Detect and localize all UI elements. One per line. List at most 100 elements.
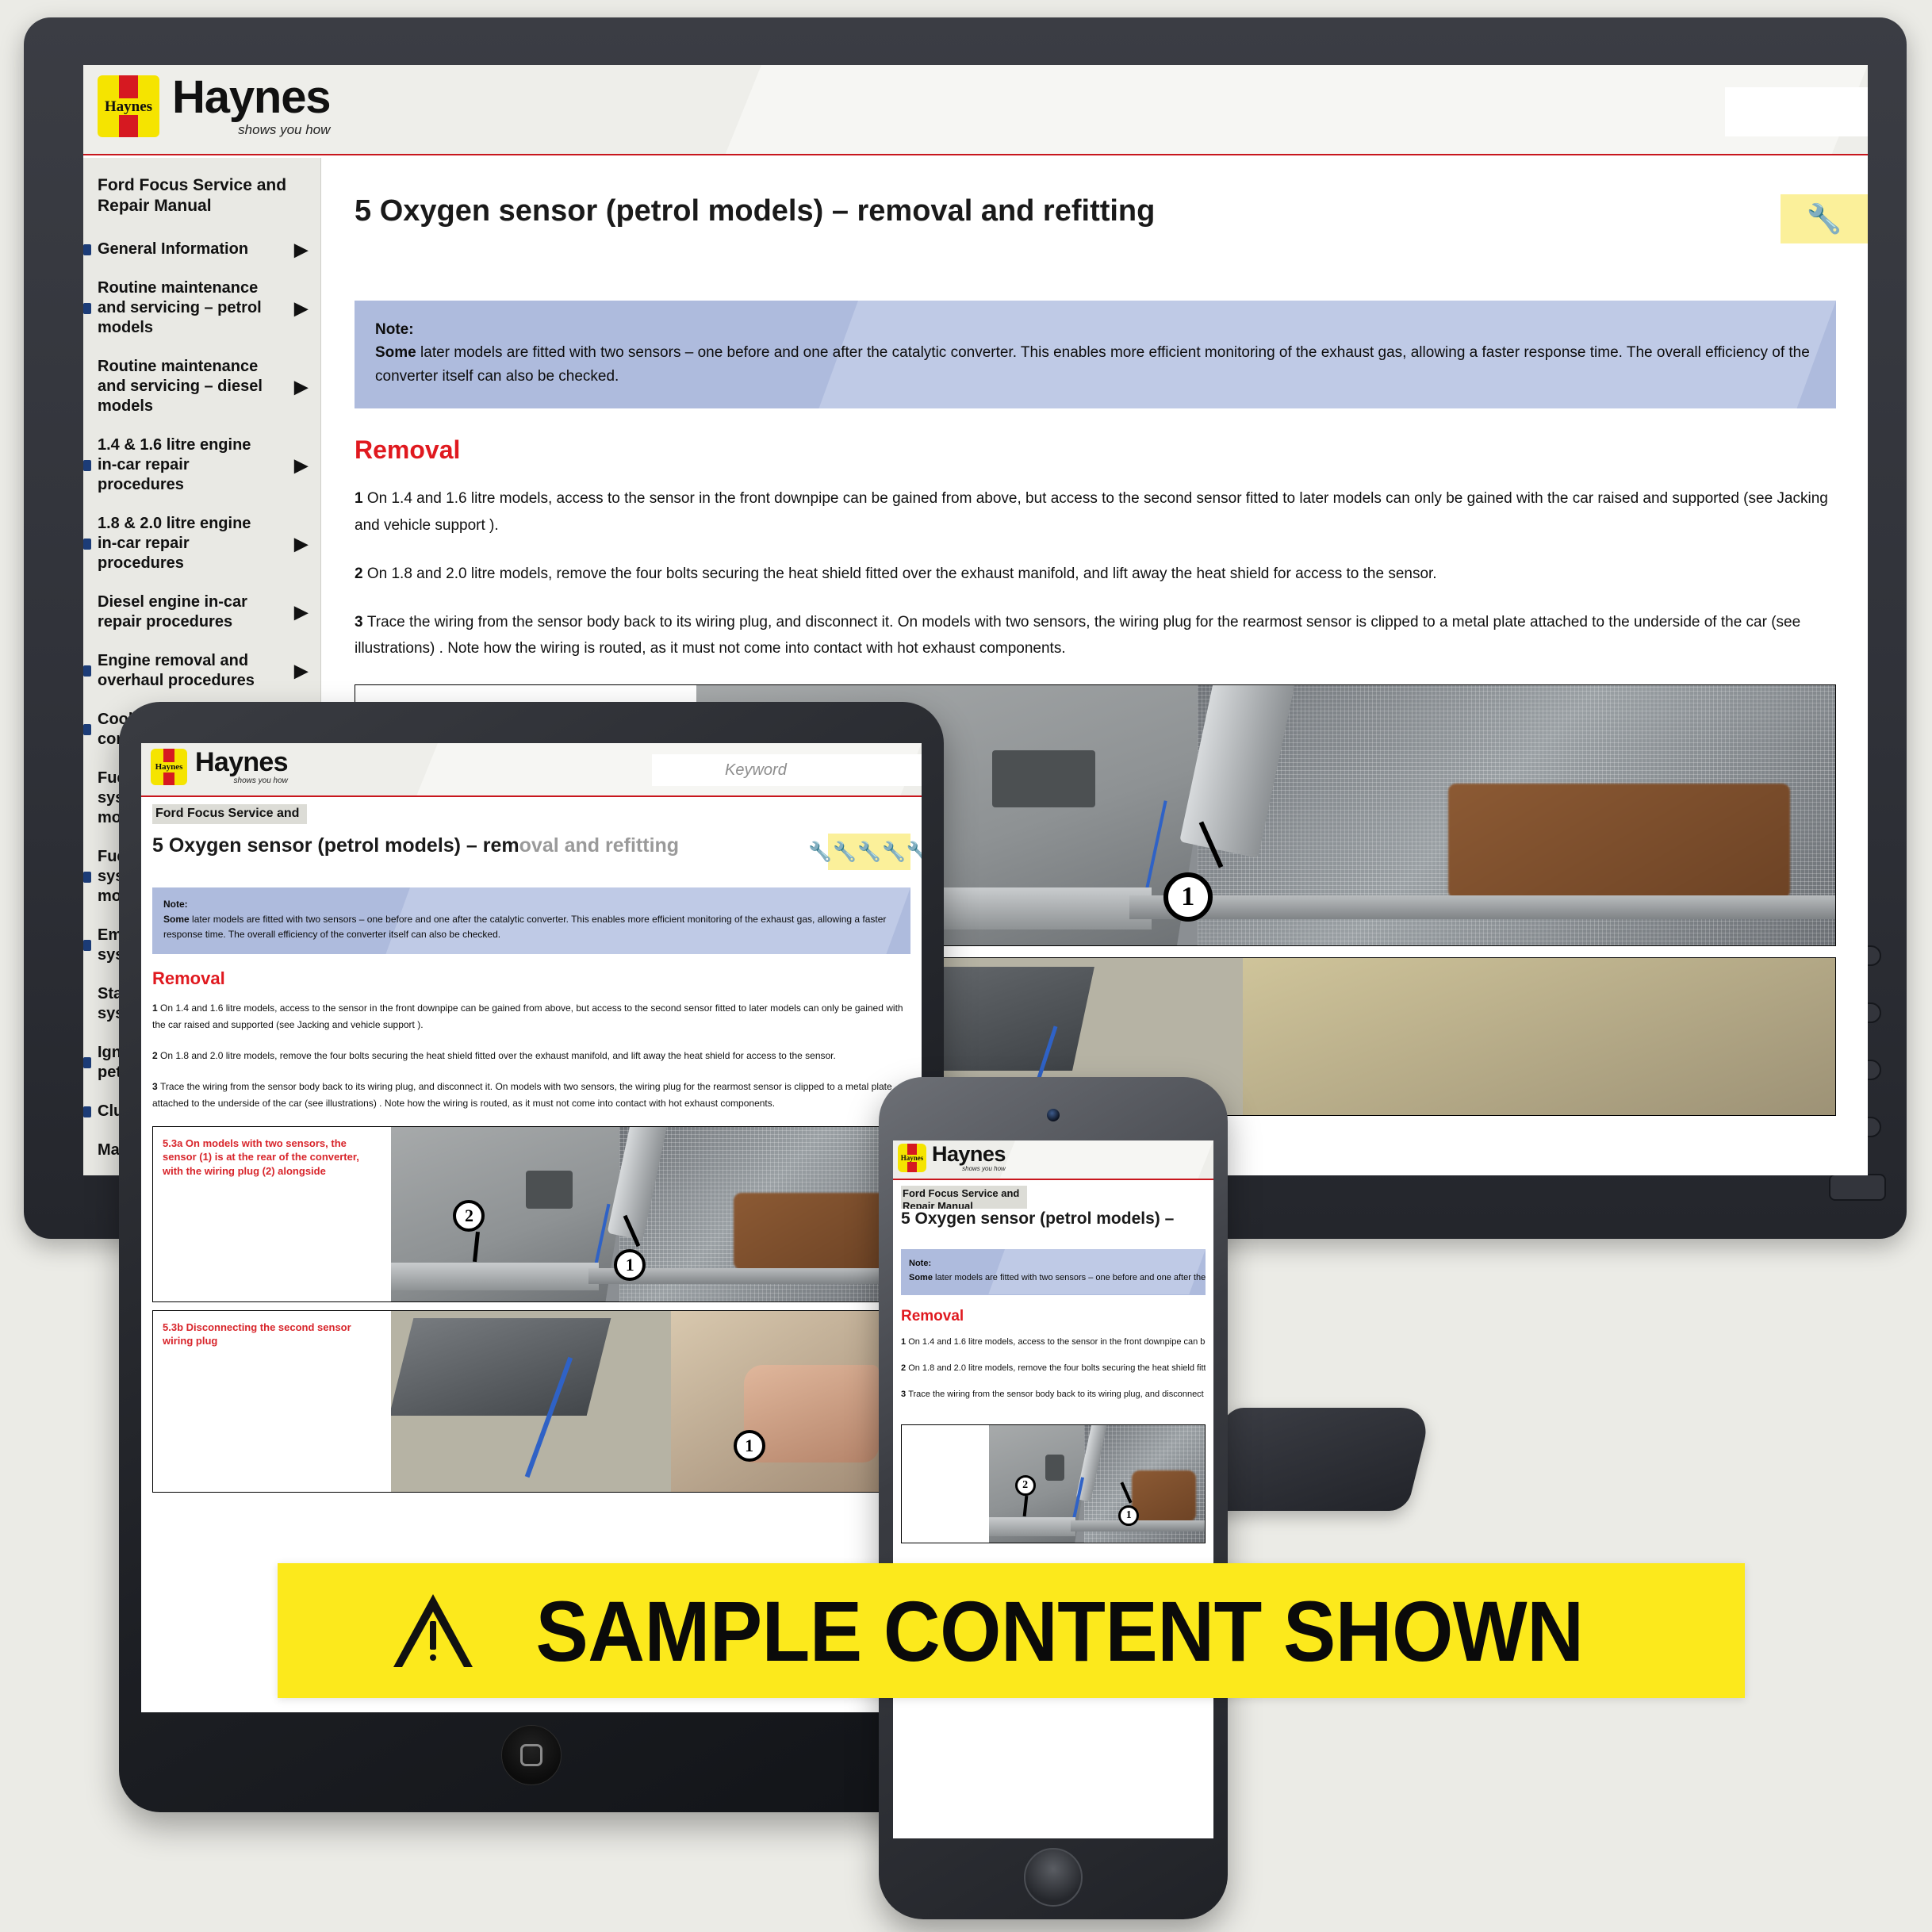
sidebar-bullet-icon bbox=[83, 871, 91, 883]
phone-device: Haynes Haynes shows you how Ford Focus S… bbox=[879, 1077, 1228, 1919]
tablet-note-body: Some later models are fitted with two se… bbox=[163, 912, 899, 942]
sidebar-item-5[interactable]: Diesel engine in-car repair procedures ▶ bbox=[98, 592, 308, 632]
tablet-figure-5-3b-photo: 1 bbox=[391, 1310, 910, 1492]
phone-removal-heading: Removal bbox=[901, 1307, 964, 1324]
sidebar-item-label: 1.8 & 2.0 litre engine in-car repair pro… bbox=[98, 515, 251, 573]
haynes-badge-text: Haynes bbox=[102, 98, 155, 115]
tablet-note-body-bold: Some bbox=[163, 914, 190, 926]
tablet-article-step-text: Trace the wiring from the sensor body ba… bbox=[152, 1080, 892, 1109]
phone-article-step-3: 3 Trace the wiring from the sensor body … bbox=[901, 1387, 1206, 1402]
sidebar-bullet-icon bbox=[83, 243, 91, 255]
phone-article-step-2: 2 On 1.8 and 2.0 litre models, remove th… bbox=[901, 1361, 1206, 1376]
tablet-note-label: Note: bbox=[163, 899, 188, 910]
phone-note-box: Note: Some later models are fitted with … bbox=[901, 1249, 1206, 1295]
tablet-breadcrumb[interactable]: Ford Focus Service and bbox=[152, 804, 308, 824]
phone-article-step-number: 2 bbox=[901, 1363, 909, 1373]
phone-haynes-badge-icon: Haynes bbox=[898, 1144, 926, 1172]
tablet-heading-bold: 5 Oxygen sensor (petrol models) – rem bbox=[152, 834, 519, 857]
sidebar-item-label: Routine maintenance and servicing – dies… bbox=[98, 358, 263, 416]
spanner-icon: 🔧 bbox=[1806, 202, 1842, 235]
sidebar-item-2[interactable]: Routine maintenance and servicing – dies… bbox=[98, 357, 308, 416]
phone-figure-5-3a-photo: 2 1 bbox=[989, 1425, 1205, 1543]
sidebar-title: Ford Focus Service and Repair Manual bbox=[98, 176, 287, 215]
haynes-badge-icon: Haynes bbox=[98, 75, 159, 137]
tablet-figure-5-3b-caption-cell: 5.3b Disconnecting the second sensor wir… bbox=[153, 1311, 391, 1492]
site-header: Haynes Haynes shows you how bbox=[83, 65, 1868, 154]
monitor-power-button[interactable] bbox=[1829, 1174, 1886, 1201]
sidebar-item-3[interactable]: 1.4 & 1.6 litre engine in-car repair pro… bbox=[83, 435, 308, 495]
tablet-figure-5-3a-photo: 2 1 bbox=[391, 1126, 910, 1301]
sidebar-bullet-icon bbox=[83, 1057, 91, 1069]
tablet-article-step-3: 3 Trace the wiring from the sensor body … bbox=[152, 1079, 910, 1112]
warning-triangle-icon bbox=[393, 1594, 473, 1667]
phone-home-button[interactable] bbox=[1024, 1848, 1083, 1907]
tablet-article-step-number: 2 bbox=[152, 1049, 161, 1061]
chevron-right-icon: ▶ bbox=[294, 239, 308, 259]
sidebar-item-label: Engine removal and overhaul procedures bbox=[98, 652, 255, 690]
phone-callout-1: 1 bbox=[1118, 1505, 1140, 1526]
article-step-3: 3 Trace the wiring from the sensor body … bbox=[355, 609, 1852, 662]
tablet-haynes-badge-icon: Haynes bbox=[151, 749, 187, 785]
article-step-number: 3 bbox=[355, 614, 367, 631]
search-input[interactable] bbox=[1725, 87, 1868, 136]
tablet-haynes-tagline: shows you how bbox=[233, 776, 288, 785]
difficulty-rating-spanners: 🔧 bbox=[1781, 194, 1868, 243]
sidebar-item-1[interactable]: Routine maintenance and servicing – petr… bbox=[83, 278, 308, 338]
tablet-figure-5-3a-caption: 5.3a On models with two sensors, the sen… bbox=[163, 1137, 359, 1177]
article-step-number: 1 bbox=[355, 490, 367, 508]
phone-note-label: Note: bbox=[909, 1259, 932, 1269]
sidebar-item-label: Routine maintenance and servicing – petr… bbox=[98, 279, 262, 337]
sidebar-bullet-icon bbox=[83, 459, 91, 471]
article-step-1: 1 On 1.4 and 1.6 litre models, access to… bbox=[355, 485, 1852, 539]
phone-site-header: Haynes Haynes shows you how bbox=[893, 1140, 1213, 1179]
tablet-article-step-number: 1 bbox=[152, 1002, 161, 1014]
home-square-icon bbox=[520, 1744, 542, 1766]
sidebar-item-4[interactable]: 1.8 & 2.0 litre engine in-car repair pro… bbox=[83, 514, 308, 573]
phone-note-body: Some later models are fitted with two se… bbox=[909, 1271, 1206, 1286]
spanner-icon-empty: 🔧 bbox=[881, 841, 906, 863]
sidebar-bullet-icon bbox=[83, 1106, 91, 1117]
article-step-text: On 1.8 and 2.0 litre models, remove the … bbox=[366, 565, 1437, 582]
tablet-search-input[interactable]: Keyword bbox=[652, 754, 922, 786]
article-step-number: 2 bbox=[355, 565, 367, 582]
chevron-right-icon: ▶ bbox=[294, 602, 308, 623]
tablet-note-box: Note: Some later models are fitted with … bbox=[152, 887, 910, 954]
chevron-right-icon: ▶ bbox=[294, 661, 308, 681]
phone-article-step-1: 1 On 1.4 and 1.6 litre models, access to… bbox=[901, 1335, 1206, 1350]
tablet-article-step-number: 3 bbox=[152, 1080, 161, 1092]
chevron-right-icon: ▶ bbox=[294, 376, 308, 397]
removal-heading: Removal bbox=[355, 435, 461, 465]
phone-haynes-tagline: shows you how bbox=[962, 1165, 1006, 1172]
tablet-article-heading: 5 Oxygen sensor (petrol models) – remova… bbox=[152, 834, 679, 857]
tablet-site-header: Haynes Haynes shows you how Keyword bbox=[141, 743, 922, 795]
tablet-article-step-text: On 1.8 and 2.0 litre models, remove the … bbox=[160, 1049, 836, 1061]
haynes-wordmark: Haynes bbox=[172, 71, 332, 123]
tablet-badge-text: Haynes bbox=[153, 761, 185, 772]
haynes-tagline: shows you how bbox=[238, 122, 331, 137]
phone-haynes-logo[interactable]: Haynes Haynes shows you how bbox=[893, 1140, 1213, 1172]
tablet-difficulty-rating-spanners: 🔧 🔧 🔧 🔧 🔧 bbox=[808, 834, 922, 870]
tablet-figure-5-3b-caption: 5.3b Disconnecting the second sensor wir… bbox=[163, 1321, 351, 1347]
phone-article-step-text: Trace the wiring from the sensor body ba… bbox=[908, 1390, 1206, 1400]
note-box: Note: Some later models are fitted with … bbox=[355, 301, 1836, 409]
sidebar-bullet-icon bbox=[83, 940, 91, 952]
tablet-haynes-wordmark: Haynes bbox=[195, 747, 289, 777]
tablet-home-button[interactable] bbox=[501, 1725, 562, 1785]
phone-badge-text: Haynes bbox=[899, 1153, 926, 1162]
tablet-heading-rest: oval and refitting bbox=[519, 834, 680, 857]
spanner-icon-empty: 🔧 bbox=[857, 841, 881, 863]
tablet-figure-5-3a: 5.3a On models with two sensors, the sen… bbox=[152, 1125, 910, 1302]
sidebar-bullet-icon bbox=[83, 665, 91, 677]
spanner-icon-empty: 🔧 bbox=[906, 841, 922, 863]
sidebar-item-0[interactable]: General Information ▶ bbox=[83, 239, 308, 259]
spanner-icon: 🔧 bbox=[833, 841, 857, 863]
monitor-stand bbox=[1200, 1408, 1433, 1511]
phone-camera-icon bbox=[1047, 1109, 1060, 1121]
tablet-callout-1: 1 bbox=[614, 1248, 646, 1281]
haynes-logo[interactable]: Haynes Haynes shows you how bbox=[83, 65, 1868, 138]
sidebar-item-6[interactable]: Engine removal and overhaul procedures ▶ bbox=[83, 651, 308, 691]
callout-1: 1 bbox=[1163, 872, 1213, 922]
tablet-article-step-1: 1 On 1.4 and 1.6 litre models, access to… bbox=[152, 1000, 910, 1033]
phone-article-heading: 5 Oxygen sensor (petrol models) – bbox=[901, 1209, 1206, 1229]
phone-article-step-text: On 1.4 and 1.6 litre models, access to t… bbox=[908, 1336, 1206, 1347]
